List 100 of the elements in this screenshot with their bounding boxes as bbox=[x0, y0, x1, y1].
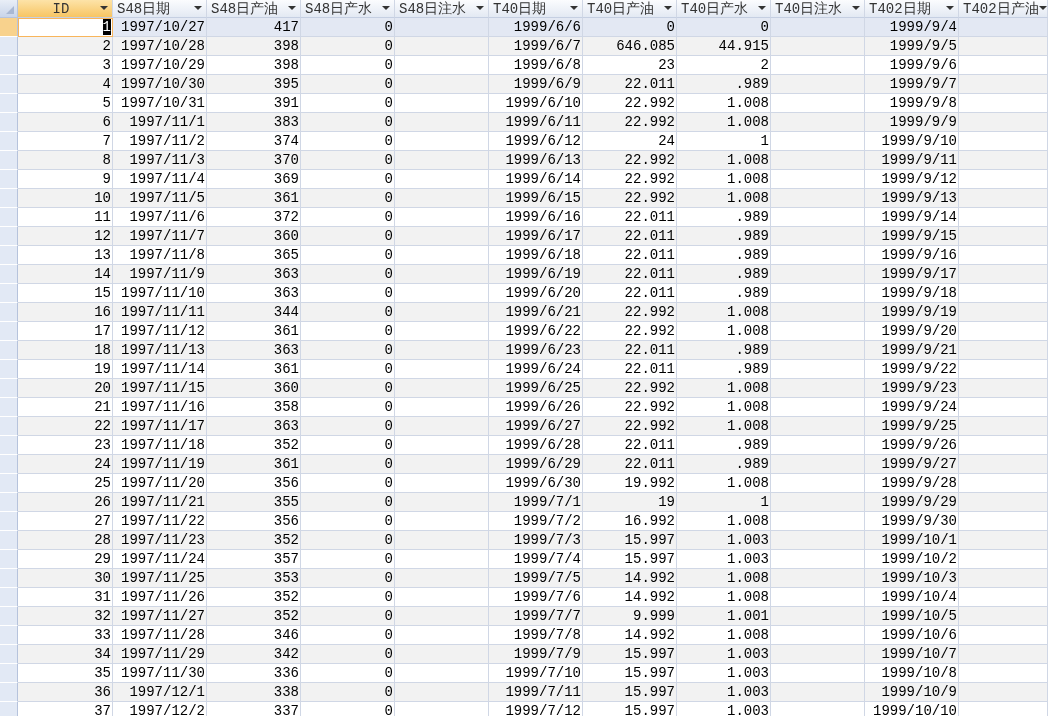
row-selector[interactable] bbox=[0, 512, 18, 531]
table-cell: 22.011 bbox=[583, 341, 677, 360]
table-cell: 1999/6/21 bbox=[489, 303, 583, 322]
column-header[interactable]: ID bbox=[18, 0, 113, 18]
table-cell: 1999/9/18 bbox=[865, 284, 959, 303]
row-selector[interactable] bbox=[0, 151, 18, 170]
table-cell: 0 bbox=[301, 132, 395, 151]
row-selector[interactable] bbox=[0, 341, 18, 360]
column-header[interactable]: T402日产油 bbox=[959, 0, 1048, 18]
row-selector[interactable] bbox=[0, 645, 18, 664]
table-cell: 338 bbox=[207, 683, 301, 702]
row-selector[interactable] bbox=[0, 607, 18, 626]
table-cell: 34 bbox=[18, 645, 113, 664]
row-selector[interactable] bbox=[0, 417, 18, 436]
table-cell: 1999/10/4 bbox=[865, 588, 959, 607]
row-selector[interactable] bbox=[0, 702, 18, 716]
table-cell: 1999/6/12 bbox=[489, 132, 583, 151]
row-selector[interactable] bbox=[0, 189, 18, 208]
table-cell: 1999/9/7 bbox=[865, 75, 959, 94]
table-cell: 1997/11/11 bbox=[113, 303, 207, 322]
table-cell: 0 bbox=[301, 265, 395, 284]
row-selector[interactable] bbox=[0, 531, 18, 550]
row-selector[interactable] bbox=[0, 474, 18, 493]
row-selector[interactable] bbox=[0, 360, 18, 379]
column-header[interactable]: S48日产油 bbox=[207, 0, 301, 18]
row-selector[interactable] bbox=[0, 550, 18, 569]
row-selector[interactable] bbox=[0, 75, 18, 94]
table-cell: 1999/9/20 bbox=[865, 322, 959, 341]
table-cell: 0 bbox=[301, 474, 395, 493]
table-cell: 1.001 bbox=[677, 607, 771, 626]
table-cell: 1999/9/14 bbox=[865, 208, 959, 227]
select-all-button[interactable] bbox=[0, 0, 18, 18]
table-cell: 336 bbox=[207, 664, 301, 683]
row-selector[interactable] bbox=[0, 569, 18, 588]
table-cell: 1999/7/5 bbox=[489, 569, 583, 588]
caret-icon bbox=[946, 6, 954, 11]
table-cell: 22.011 bbox=[583, 75, 677, 94]
row-selector[interactable] bbox=[0, 303, 18, 322]
table-cell: 9 bbox=[18, 170, 113, 189]
row-selector[interactable] bbox=[0, 455, 18, 474]
table-cell: 0 bbox=[301, 436, 395, 455]
table-cell: 1999/9/6 bbox=[865, 56, 959, 75]
table-cell: 360 bbox=[207, 379, 301, 398]
row-selector[interactable] bbox=[0, 132, 18, 151]
column-header[interactable]: T40日产水 bbox=[677, 0, 771, 18]
row-selector[interactable] bbox=[0, 626, 18, 645]
caret-icon bbox=[476, 6, 484, 11]
row-selector[interactable] bbox=[0, 170, 18, 189]
column-header[interactable]: T40日产油 bbox=[583, 0, 677, 18]
table-cell: 23 bbox=[18, 436, 113, 455]
row-selector[interactable] bbox=[0, 265, 18, 284]
table-cell: 372 bbox=[207, 208, 301, 227]
table-cell: 24 bbox=[18, 455, 113, 474]
row-selector[interactable] bbox=[0, 113, 18, 132]
row-selector[interactable] bbox=[0, 208, 18, 227]
table-cell: 10 bbox=[18, 189, 113, 208]
row-selector[interactable] bbox=[0, 94, 18, 113]
row-selector[interactable] bbox=[0, 588, 18, 607]
table-cell: 1997/11/27 bbox=[113, 607, 207, 626]
table-cell: 0 bbox=[301, 37, 395, 56]
row-selector[interactable] bbox=[0, 322, 18, 341]
table-cell: 15.997 bbox=[583, 664, 677, 683]
column-header[interactable]: S48日期 bbox=[113, 0, 207, 18]
table-cell: 20 bbox=[18, 379, 113, 398]
row-selector[interactable] bbox=[0, 664, 18, 683]
table-cell: 1997/11/26 bbox=[113, 588, 207, 607]
row-selector[interactable] bbox=[0, 436, 18, 455]
column-header[interactable]: S48日注水 bbox=[395, 0, 489, 18]
table-cell: 0 bbox=[301, 208, 395, 227]
table-cell: 1999/6/7 bbox=[489, 37, 583, 56]
table-cell: 22.992 bbox=[583, 398, 677, 417]
row-selector[interactable] bbox=[0, 37, 18, 56]
table-cell: 0 bbox=[301, 18, 395, 37]
row-selector[interactable] bbox=[0, 56, 18, 75]
table-cell: .989 bbox=[677, 436, 771, 455]
table-cell: 0 bbox=[301, 493, 395, 512]
row-selector[interactable] bbox=[0, 493, 18, 512]
row-selector[interactable] bbox=[0, 246, 18, 265]
column-header[interactable]: T40日期 bbox=[489, 0, 583, 18]
row-selector[interactable] bbox=[0, 227, 18, 246]
row-selector[interactable] bbox=[0, 398, 18, 417]
table-cell: 1999/7/9 bbox=[489, 645, 583, 664]
table-cell: 369 bbox=[207, 170, 301, 189]
row-selector[interactable] bbox=[0, 284, 18, 303]
table-cell: 0 bbox=[677, 18, 771, 37]
row-selector[interactable] bbox=[0, 379, 18, 398]
column-header[interactable]: T402日期 bbox=[865, 0, 959, 18]
table-cell: 5 bbox=[18, 94, 113, 113]
table-cell: 1 bbox=[677, 493, 771, 512]
table-cell: 0 bbox=[301, 360, 395, 379]
table-cell: 0 bbox=[301, 284, 395, 303]
table-cell: 14.992 bbox=[583, 588, 677, 607]
table-cell: 1999/6/30 bbox=[489, 474, 583, 493]
column-header[interactable]: T40日注水 bbox=[771, 0, 865, 18]
row-selector[interactable] bbox=[0, 683, 18, 702]
row-selector[interactable] bbox=[0, 18, 18, 37]
table-cell: 22.992 bbox=[583, 379, 677, 398]
table-cell: 1999/7/8 bbox=[489, 626, 583, 645]
table-cell: 22.011 bbox=[583, 436, 677, 455]
column-header[interactable]: S48日产水 bbox=[301, 0, 395, 18]
